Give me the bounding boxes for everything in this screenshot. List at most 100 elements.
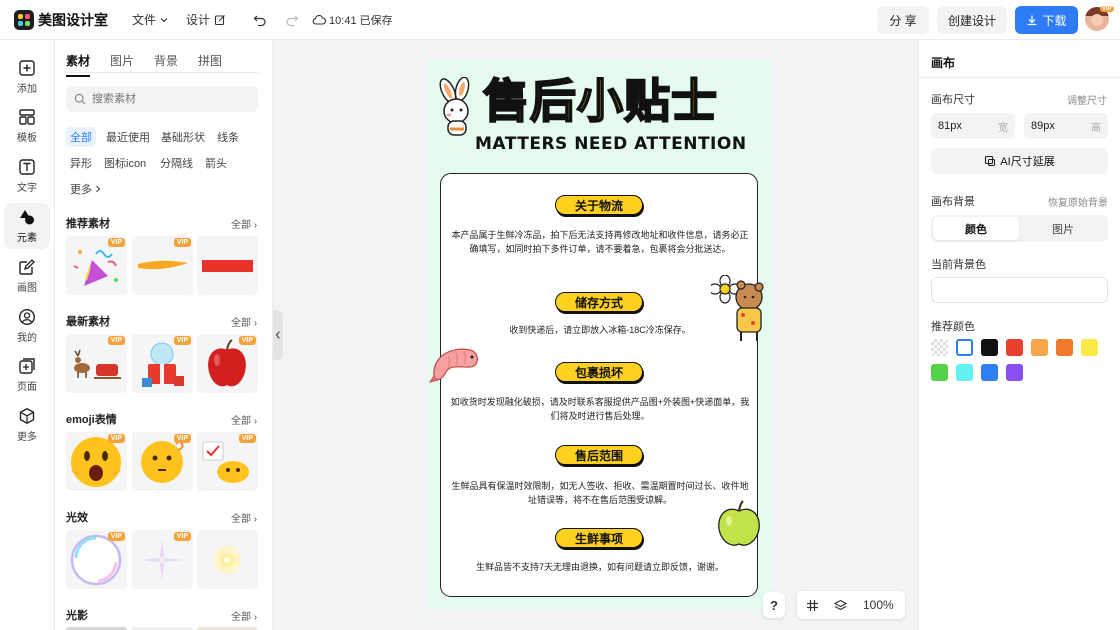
chip-arrows[interactable]: 箭头	[201, 153, 231, 173]
redo-button[interactable]	[284, 12, 300, 28]
section-heading-scope[interactable]: 售后范围	[555, 445, 643, 465]
section-heading-storage[interactable]: 储存方式	[555, 292, 643, 312]
sidebar-item-elements[interactable]: 元素	[4, 203, 50, 249]
sidebar-item-label: 更多	[17, 432, 37, 443]
adjust-size-link[interactable]: 调整尺寸	[1067, 92, 1107, 107]
section-all-shadows[interactable]: 全部 ›	[231, 608, 257, 623]
collapse-panel-button[interactable]	[273, 310, 283, 360]
chip-icons[interactable]: 图标icon	[100, 153, 150, 173]
layers-button[interactable]	[827, 592, 853, 618]
shrimp-sticker-icon[interactable]	[428, 342, 482, 384]
chip-recent[interactable]: 最近使用	[102, 127, 154, 147]
create-design-button[interactable]: 创建设计	[937, 6, 1007, 34]
asset-thumb-emoji-thinking[interactable]: VIP	[132, 432, 193, 491]
top-bar: 美图设计室 文件 设计 10:41 已保存 分 享 创建设计 下载 VIP	[0, 0, 1120, 40]
asset-thumb-sleigh[interactable]: VIP	[66, 334, 127, 393]
asset-thumb-party-popper[interactable]: VIP	[66, 236, 127, 295]
chip-lines[interactable]: 线条	[213, 127, 243, 147]
section-title-recommended: 推荐素材	[66, 218, 110, 230]
sidebar-item-add[interactable]: 添加	[4, 54, 50, 100]
restore-background-link[interactable]: 恢复原始背景	[1048, 194, 1108, 209]
color-swatch[interactable]	[956, 339, 973, 356]
app-root: 美图设计室 文件 设计 10:41 已保存 分 享 创建设计 下载 VIP 添加…	[0, 0, 1120, 630]
tab-images[interactable]: 图片	[110, 52, 134, 77]
download-button[interactable]: 下载	[1015, 6, 1078, 34]
color-swatch[interactable]	[956, 364, 973, 381]
color-swatch[interactable]	[1056, 339, 1073, 356]
asset-thumb-bubble[interactable]: VIP	[66, 530, 127, 589]
section-all-emoji[interactable]: 全部 ›	[231, 412, 257, 427]
height-unit: 高	[1091, 122, 1101, 134]
width-field[interactable]: 81px 宽	[931, 113, 1015, 139]
rabbit-sticker-icon[interactable]	[434, 77, 486, 139]
design-page[interactable]: 售后小贴士 MATTERS NEED ATTENTION 关于物流 本产品属于生…	[428, 61, 771, 609]
current-bg-color-field[interactable]	[931, 277, 1108, 303]
color-swatch[interactable]	[981, 339, 998, 356]
section-heading-logistics[interactable]: 关于物流	[555, 195, 643, 215]
asset-thumb-snowglobe-gift[interactable]: VIP	[132, 334, 193, 393]
color-swatch[interactable]	[1031, 339, 1048, 356]
asset-thumb-emoji-shocked[interactable]: VIP	[66, 432, 127, 491]
poster-content-card[interactable]: 关于物流 本产品属于生鲜冷冻品，拍下后无法支持再修改地址和收件信息，请务必正确填…	[440, 173, 758, 597]
avatar-vip-badge: VIP	[1100, 6, 1114, 12]
section-text-scope[interactable]: 生鲜品具有保温时效限制，如无人签收、拒收、需温期置时间过长、收件地址错误等，将不…	[449, 479, 751, 507]
section-text-storage[interactable]: 收到快递后，请立即放入冰箱-18C冷冻保存。	[449, 323, 751, 337]
poster-title[interactable]: 售后小贴士	[482, 74, 718, 128]
vip-badge: VIP	[107, 434, 125, 443]
color-swatch[interactable]	[1006, 364, 1023, 381]
help-button[interactable]: ?	[763, 592, 785, 618]
section-all-light-effects[interactable]: 全部 ›	[231, 510, 257, 525]
section-text-fresh[interactable]: 生鲜品皆不支持7天无理由退换，如有问题请立即反馈，谢谢。	[449, 560, 751, 574]
section-text-damage[interactable]: 如收货时发现融化破损，请及时联系客服提供产品图+外装图+快递面单，我们将及时进行…	[449, 395, 751, 423]
sidebar-item-text[interactable]: 文字	[4, 153, 50, 199]
tab-image[interactable]: 图片	[1020, 217, 1106, 240]
color-swatch[interactable]	[1081, 339, 1098, 356]
asset-thumb-apple[interactable]: VIP	[197, 334, 258, 393]
tab-materials[interactable]: 素材	[66, 52, 91, 77]
ai-extend-button[interactable]: AI尺寸延展	[931, 148, 1108, 174]
poster-subtitle[interactable]: MATTERS NEED ATTENTION	[475, 134, 747, 154]
section-heading-fresh[interactable]: 生鲜事项	[555, 528, 643, 548]
section-heading-damage[interactable]: 包裹损坏	[555, 362, 643, 382]
search-box[interactable]	[66, 86, 258, 112]
search-input[interactable]	[92, 93, 242, 105]
color-swatch[interactable]	[1006, 339, 1023, 356]
chip-more[interactable]: 更多	[66, 179, 106, 199]
tab-backgrounds[interactable]: 背景	[154, 52, 178, 77]
tab-collage[interactable]: 拼图	[198, 52, 222, 77]
share-button[interactable]: 分 享	[877, 6, 929, 34]
color-swatch[interactable]	[931, 364, 948, 381]
green-apple-sticker-icon[interactable]	[715, 499, 763, 549]
sidebar-item-draw[interactable]: 画图	[4, 253, 50, 299]
height-field[interactable]: 89px 高	[1024, 113, 1108, 139]
undo-button[interactable]	[252, 12, 268, 28]
asset-thumb-brush-stroke[interactable]: VIP	[132, 236, 193, 295]
chip-irregular[interactable]: 异形	[66, 153, 96, 173]
app-logo[interactable]: 美图设计室	[14, 9, 108, 30]
vip-badge: VIP	[173, 238, 191, 247]
zoom-level[interactable]: 100%	[863, 598, 894, 612]
color-swatch[interactable]	[981, 364, 998, 381]
sidebar-item-page[interactable]: 页面	[4, 352, 50, 398]
section-all-recommended[interactable]: 全部 ›	[231, 216, 257, 231]
sidebar-item-mine[interactable]: 我的	[4, 303, 50, 349]
section-text-logistics[interactable]: 本产品属于生鲜冷冻品，拍下后无法支持再修改地址和收件信息，请务必正确填写，如同时…	[449, 228, 751, 256]
asset-thumb-sparkle[interactable]: VIP	[132, 530, 193, 589]
logo-icon	[14, 9, 34, 30]
vip-badge: VIP	[238, 434, 256, 443]
section-all-newest[interactable]: 全部 ›	[231, 314, 257, 329]
file-menu[interactable]: 文件	[132, 11, 169, 28]
grid-button[interactable]	[799, 592, 825, 618]
sidebar-item-more[interactable]: 更多	[4, 402, 50, 448]
tab-color[interactable]: 颜色	[933, 217, 1019, 240]
asset-thumb-red-bar[interactable]	[197, 236, 258, 295]
bear-flower-sticker-icon[interactable]	[711, 275, 769, 345]
chip-basic-shapes[interactable]: 基础形状	[157, 127, 209, 147]
sidebar-item-template[interactable]: 模板	[4, 103, 50, 149]
design-menu[interactable]: 设计	[186, 11, 226, 28]
color-swatch[interactable]	[931, 339, 948, 356]
chip-all[interactable]: 全部	[66, 127, 96, 147]
chip-dividers[interactable]: 分隔线	[156, 153, 197, 173]
asset-thumb-emoji-sign[interactable]: VIP	[197, 432, 258, 491]
asset-thumb-glow[interactable]	[197, 530, 258, 589]
